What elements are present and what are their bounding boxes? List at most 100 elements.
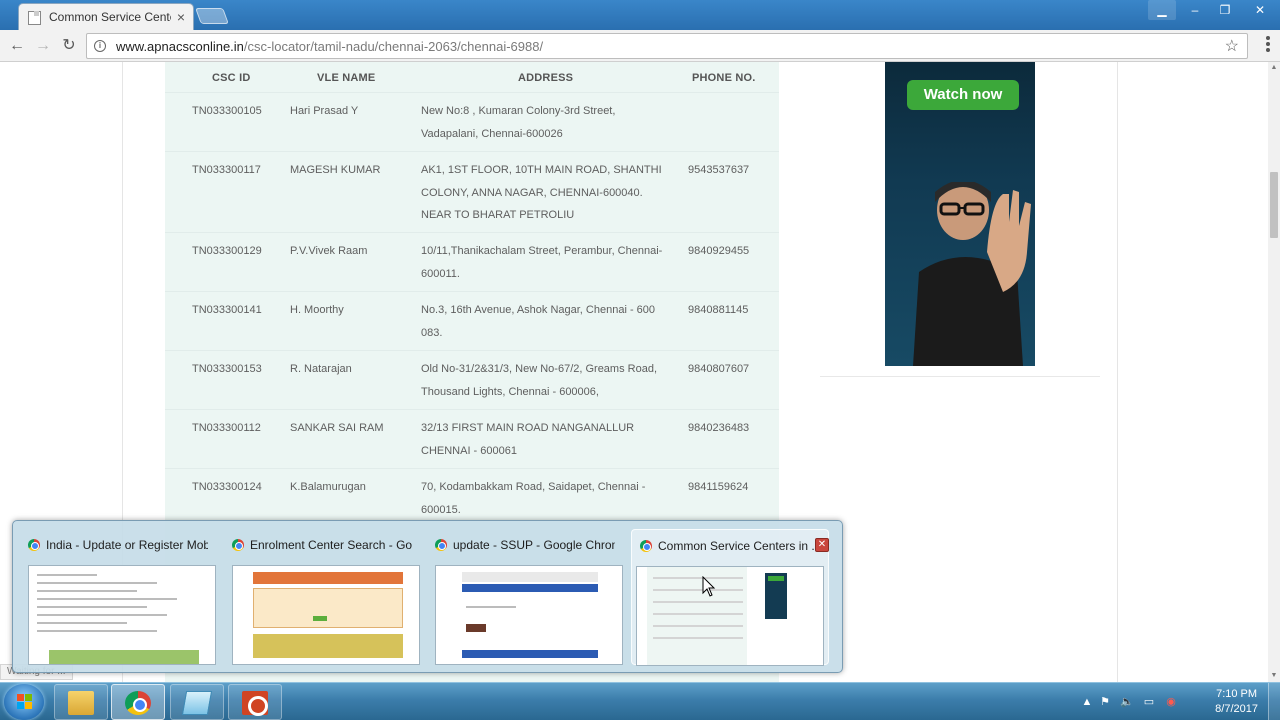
start-button[interactable]	[4, 684, 44, 720]
thumbnail-window[interactable]: update - SSUP - Google Chrome	[427, 529, 625, 665]
window-controls: ▁ – ❐ ✕	[1148, 0, 1280, 20]
chrome-icon	[28, 539, 40, 551]
clock-time: 7:10 PM	[1216, 688, 1258, 700]
thumbnail-window[interactable]: Enrolment Center Search - Goo...	[224, 529, 422, 665]
cell-phone: 9840929455	[688, 245, 750, 257]
chrome-icon	[435, 539, 447, 551]
thumbnail-close-icon[interactable]: ✕	[815, 538, 829, 552]
cell-csc-id: TN033300141	[192, 304, 262, 316]
folder-icon	[68, 691, 94, 715]
tab-title: Common Service Centers in	[49, 10, 171, 24]
notepad-icon	[181, 691, 213, 715]
thumbnail-preview	[636, 566, 824, 666]
cell-address: 32/13 FIRST MAIN ROAD NANGANALLUR CHENNA…	[421, 422, 635, 457]
header-phone: PHONE NO.	[692, 72, 756, 84]
thumbnail-preview	[28, 565, 216, 665]
page-icon	[27, 10, 41, 25]
maximize-button[interactable]: ❐	[1210, 0, 1240, 20]
taskbar-chrome-button[interactable]	[111, 684, 165, 720]
forward-arrow-icon[interactable]: →	[32, 35, 54, 57]
taskbar-thumbnail-popup: India - Update or Register Mobil... Enro…	[12, 520, 843, 673]
cell-csc-id: TN033300112	[192, 422, 261, 434]
profile-icon[interactable]: ▁	[1148, 0, 1176, 20]
thumbnail-title: India - Update or Register Mobil...	[46, 538, 208, 552]
cell-vle-name: H. Moorthy	[290, 304, 344, 316]
taskbar-powerpoint-button[interactable]	[228, 684, 282, 720]
show-hidden-icons-icon[interactable]: ▲	[1080, 695, 1094, 709]
chrome-menu-icon[interactable]	[1262, 36, 1274, 56]
powerpoint-icon	[242, 691, 268, 716]
thumbnail-preview	[232, 565, 420, 665]
cell-address: Old No-31/2&31/3, New No-67/2, Greams Ro…	[421, 363, 658, 398]
sidebar-divider	[820, 376, 1100, 377]
browser-title-bar: Common Service Centers in × ▁ – ❐ ✕	[0, 0, 1280, 30]
cell-phone: 9840807607	[688, 363, 750, 375]
cell-vle-name: K.Balamurugan	[290, 481, 366, 493]
action-center-flag-icon[interactable]: ⚑	[1098, 695, 1112, 709]
reload-icon[interactable]: ↻	[58, 35, 80, 57]
info-icon[interactable]: i	[94, 40, 106, 52]
volume-icon[interactable]: 🔈	[1120, 695, 1134, 709]
back-arrow-icon[interactable]: ←	[6, 35, 28, 57]
cell-csc-id: TN033300153	[192, 363, 262, 375]
chrome-icon	[232, 539, 244, 551]
table-row: TN033300105 Hari Prasad Y New No:8 , Kum…	[165, 92, 779, 151]
browser-toolbar: ← → ↻ i www.apnacsconline.in /csc-locato…	[0, 30, 1280, 62]
taskbar-notepad-button[interactable]	[170, 684, 224, 720]
cell-csc-id: TN033300129	[192, 245, 262, 257]
address-bar[interactable]: i www.apnacsconline.in /csc-locator/tami…	[86, 33, 1248, 59]
table-row: TN033300141 H. Moorthy No.3, 16th Avenue…	[165, 291, 779, 350]
bookmark-star-icon[interactable]: ☆	[1225, 36, 1239, 56]
url-host: www.apnacsconline.in	[116, 38, 244, 54]
chrome-icon	[125, 691, 151, 715]
taskbar-explorer-button[interactable]	[54, 684, 108, 720]
table-row: TN033300112 SANKAR SAI RAM 32/13 FIRST M…	[165, 409, 779, 468]
antivirus-icon[interactable]: ◉	[1164, 695, 1178, 709]
windows-logo-icon	[17, 694, 33, 710]
ad-person-image	[913, 182, 1031, 366]
thumbnail-title: Common Service Centers in ...	[658, 539, 820, 553]
cell-address: 70, Kodambakkam Road, Saidapet, Chennai …	[421, 481, 646, 516]
advertisement-banner[interactable]: Watch now	[885, 62, 1035, 366]
cell-csc-id: TN033300105	[192, 105, 262, 117]
cell-csc-id: TN033300117	[192, 164, 261, 176]
thumbnail-preview	[435, 565, 623, 665]
tab-common-service-centers[interactable]: Common Service Centers in ×	[18, 3, 194, 30]
table-row: TN033300153 R. Natarajan Old No-31/2&31/…	[165, 350, 779, 409]
network-icon[interactable]: ▭	[1142, 695, 1156, 709]
header-vle-name: VLE NAME	[317, 72, 376, 84]
thumbnail-title: update - SSUP - Google Chrome	[453, 538, 615, 552]
watch-now-button[interactable]: Watch now	[907, 80, 1019, 110]
scroll-thumb[interactable]	[1270, 172, 1278, 238]
url-path: /csc-locator/tamil-nadu/chennai-2063/che…	[243, 38, 544, 54]
table-row: TN033300117 MAGESH KUMAR AK1, 1ST FLOOR,…	[165, 151, 779, 232]
cell-address: No.3, 16th Avenue, Ashok Nagar, Chennai …	[421, 304, 656, 339]
cell-vle-name: SANKAR SAI RAM	[290, 422, 384, 434]
cell-vle-name: R. Natarajan	[290, 363, 352, 375]
page-scrollbar[interactable]: ▲ ▼	[1268, 62, 1280, 682]
scroll-down-arrow-icon[interactable]: ▼	[1268, 670, 1280, 682]
show-desktop-button[interactable]	[1268, 683, 1280, 720]
cell-vle-name: P.V.Vivek Raam	[290, 245, 368, 257]
cell-phone: 9543537637	[688, 164, 750, 176]
cell-vle-name: Hari Prasad Y	[290, 105, 359, 117]
scroll-up-arrow-icon[interactable]: ▲	[1268, 62, 1280, 74]
system-tray: ▲ ⚑ 🔈 ▭ ◉ 7:10 PM 8/7/2017	[1080, 683, 1280, 720]
minimize-button[interactable]: –	[1180, 0, 1210, 20]
system-clock[interactable]: 7:10 PM 8/7/2017	[1215, 687, 1258, 717]
cell-vle-name: MAGESH KUMAR	[290, 164, 381, 176]
cell-phone: 9841159624	[688, 481, 749, 493]
cell-address: New No:8 , Kumaran Colony-3rd Street, Va…	[421, 105, 616, 140]
cell-csc-id: TN033300124	[192, 481, 262, 493]
header-address: ADDRESS	[518, 72, 574, 84]
thumbnail-window[interactable]: India - Update or Register Mobil...	[20, 529, 218, 665]
windows-taskbar: ▲ ⚑ 🔈 ▭ ◉ 7:10 PM 8/7/2017	[0, 682, 1280, 720]
clock-date: 8/7/2017	[1215, 703, 1258, 715]
cell-phone: 9840236483	[688, 422, 750, 434]
cell-address: 10/11,Thanikachalam Street, Perambur, Ch…	[421, 245, 663, 280]
close-window-button[interactable]: ✕	[1240, 0, 1280, 20]
mouse-cursor-icon	[702, 576, 716, 597]
tab-close-icon[interactable]: ×	[177, 9, 185, 25]
new-tab-button[interactable]	[195, 8, 229, 24]
thumbnail-window-active[interactable]: Common Service Centers in ... ✕	[631, 529, 829, 666]
